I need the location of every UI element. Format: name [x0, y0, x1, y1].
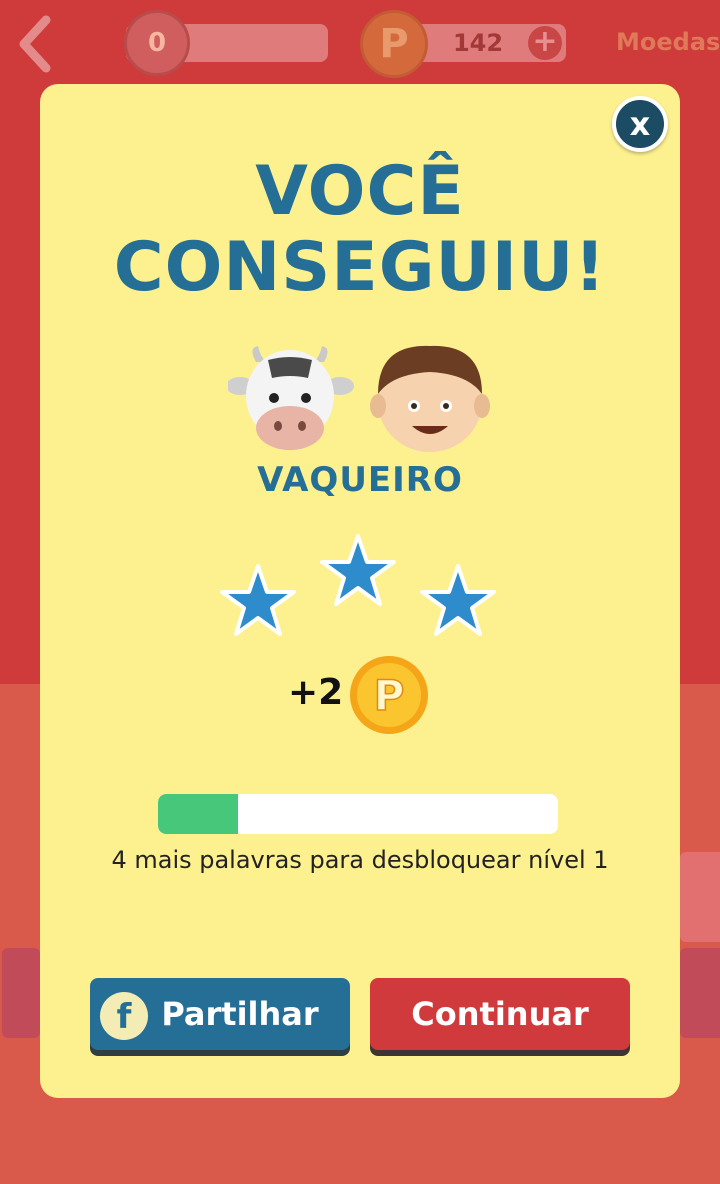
shuffle-button — [680, 852, 720, 942]
success-modal: x Você Conseguiu! VAQUEIRO — [40, 84, 680, 1098]
coin-reward: +2 P — [288, 654, 438, 738]
reward-amount: +2 — [288, 672, 344, 713]
level-badge: 0 — [124, 10, 190, 76]
title-line-2: Conseguiu! — [113, 228, 607, 307]
continue-button[interactable]: Continuar — [370, 978, 630, 1050]
answer-word: VAQUEIRO — [257, 460, 463, 500]
side-left-button — [2, 948, 40, 1038]
gold-coin-icon: P — [350, 656, 428, 734]
continue-label: Continuar — [411, 995, 589, 1033]
facebook-icon: f — [100, 992, 148, 1040]
cow-face-emoji — [228, 346, 354, 450]
emoji-clue — [228, 345, 490, 452]
back-chevron-icon[interactable] — [14, 14, 54, 74]
star-icon — [420, 564, 496, 636]
progress-fill — [158, 794, 238, 834]
share-label: Partilhar — [161, 995, 319, 1033]
add-coins-plus-icon[interactable]: + — [528, 26, 562, 60]
success-title: Você Conseguiu! — [40, 154, 680, 306]
level-progress-bar — [158, 794, 558, 834]
coins-label[interactable]: Moedas — [616, 28, 720, 56]
progress-caption: 4 mais palavras para desbloquear nível 1 — [111, 846, 609, 874]
boy-face-emoji — [370, 345, 490, 452]
coin-icon: P — [360, 10, 428, 78]
side-right-button — [680, 948, 720, 1038]
star-icon — [320, 534, 396, 606]
star-icon — [220, 564, 296, 636]
coins-count: 142 — [452, 29, 504, 57]
title-line-1: Você — [255, 152, 465, 231]
stars-rating — [220, 534, 496, 636]
share-button[interactable]: f Partilhar — [90, 978, 350, 1050]
close-button[interactable]: x — [612, 96, 668, 152]
top-bar: 0 142 P + Moedas — [0, 0, 720, 84]
coin-letter: P — [374, 671, 405, 720]
